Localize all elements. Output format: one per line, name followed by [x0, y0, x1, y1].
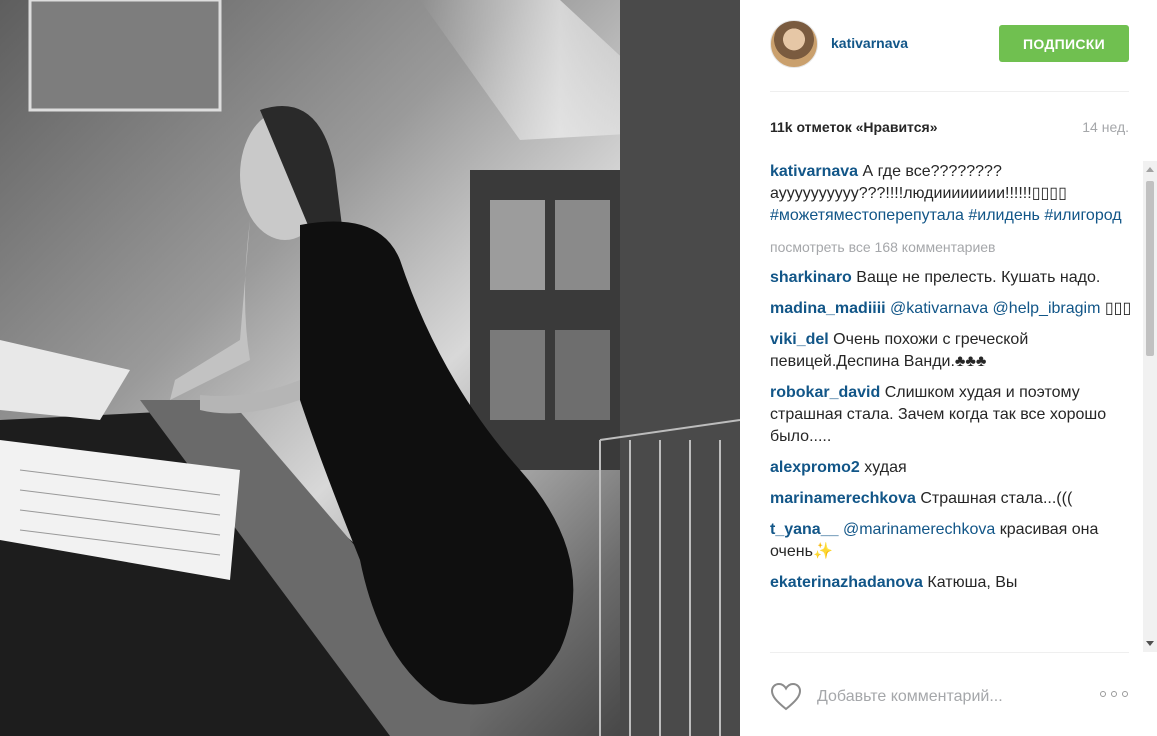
comment-text: Катюша, Вы — [927, 574, 1018, 591]
comment-item: alexpromo2 худая — [770, 457, 1135, 479]
comment-item: robokar_david Слишком худая и поэтому ст… — [770, 382, 1135, 448]
view-all-comments-link[interactable]: посмотреть все 168 комментариев — [770, 236, 1135, 258]
author-username[interactable]: kativarnava — [831, 35, 908, 51]
follow-button[interactable]: ПОДПИСКИ — [999, 25, 1129, 62]
post-header: kativarnava ПОДПИСКИ — [770, 20, 1129, 72]
comment-text: худая — [864, 459, 907, 476]
caption: kativarnava А где все???????? аууууууууу… — [770, 161, 1135, 227]
comment-item: viki_del Очень похожи с греческой певице… — [770, 329, 1135, 373]
comment-item: t_yana__ @marinamerechkova красивая она … — [770, 519, 1135, 563]
scroll-down-arrow-icon[interactable] — [1146, 641, 1154, 646]
comments-scrollbar[interactable] — [1143, 161, 1157, 652]
comment-mention[interactable]: @kativarnava @help_ibragim — [890, 300, 1100, 317]
comment-text: ▯▯▯ — [1104, 300, 1132, 317]
comment-item: marinamerechkova Страшная стала...((( — [770, 488, 1135, 510]
likes-count[interactable]: 11k отметок «Нравится» — [770, 119, 937, 135]
heart-icon[interactable] — [770, 682, 802, 717]
comment-user[interactable]: ekaterinazhadanova — [770, 574, 923, 591]
comment-user[interactable]: marinamerechkova — [770, 490, 916, 507]
post-side-panel: kativarnava ПОДПИСКИ 11k отметок «Нравит… — [740, 0, 1157, 736]
add-comment-input[interactable] — [817, 685, 1077, 709]
comment-user[interactable]: t_yana__ — [770, 521, 839, 538]
photo-image — [0, 0, 740, 736]
footer-divider — [770, 652, 1129, 653]
post-footer — [770, 682, 1135, 712]
caption-hashtags[interactable]: #можетяместоперепутала #илидень #илигоро… — [770, 207, 1122, 224]
post-photo[interactable] — [0, 0, 740, 736]
more-options-icon[interactable] — [1100, 691, 1128, 697]
comments-list[interactable]: kativarnava А где все???????? аууууууууу… — [770, 161, 1135, 651]
caption-emoji: ▯▯▯▯ — [1031, 185, 1067, 202]
comment-item: sharkinaro Ваще не прелесть. Кушать надо… — [770, 267, 1135, 289]
comment-user[interactable]: sharkinaro — [770, 269, 852, 286]
comment-item: madina_madiiii @kativarnava @help_ibragi… — [770, 298, 1135, 320]
comment-user[interactable]: kativarnava — [770, 163, 858, 180]
comment-item: ekaterinazhadanova Катюша, Вы — [770, 572, 1135, 594]
comment-user[interactable]: madina_madiiii — [770, 300, 886, 317]
comment-text: Страшная стала...((( — [920, 490, 1073, 507]
header-divider — [770, 91, 1129, 92]
comment-mention[interactable]: @marinamerechkova — [843, 521, 995, 538]
scrollbar-thumb[interactable] — [1146, 181, 1154, 356]
scroll-up-arrow-icon[interactable] — [1146, 167, 1154, 172]
comment-user[interactable]: robokar_david — [770, 384, 880, 401]
post-age[interactable]: 14 нед. — [1082, 119, 1129, 135]
comment-text: Ваще не прелесть. Кушать надо. — [856, 269, 1101, 286]
comment-user[interactable]: alexpromo2 — [770, 459, 860, 476]
avatar[interactable] — [770, 20, 818, 68]
comment-user[interactable]: viki_del — [770, 331, 829, 348]
